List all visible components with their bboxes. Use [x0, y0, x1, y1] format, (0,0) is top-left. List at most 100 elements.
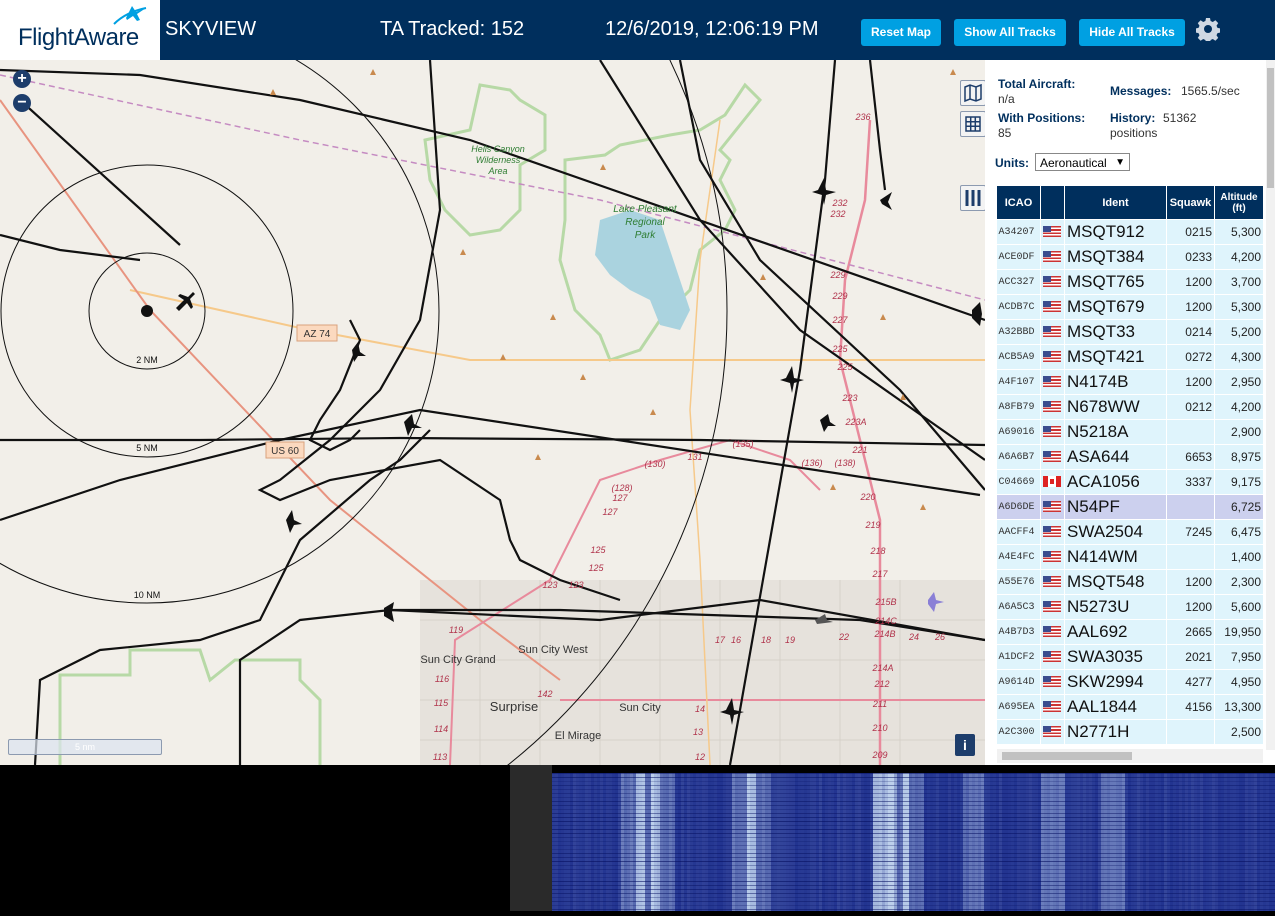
aircraft-row[interactable]: A4F107 N4174B 1200 2,950 [996, 369, 1264, 395]
flag-cell [1040, 419, 1065, 445]
aircraft-row[interactable]: A69016 N5218A 2,900 [996, 419, 1264, 445]
icao-cell: ACE0DF [996, 244, 1041, 270]
units-label: Units: [995, 156, 1029, 170]
flag-cell [1040, 644, 1065, 670]
aircraft-row[interactable]: A6A6B7 ASA644 6653 8,975 [996, 444, 1264, 470]
map-layers-button[interactable] [960, 80, 985, 106]
aircraft-row[interactable]: A695EA AAL1844 4156 13,300 [996, 694, 1264, 720]
icao-cell: A32BBD [996, 319, 1041, 345]
waterfall-line [552, 877, 1275, 878]
waterfall-line [552, 789, 1275, 790]
reset-map-button[interactable]: Reset Map [861, 19, 941, 46]
flag-us-icon [1043, 676, 1061, 688]
exit-number: 220 [859, 492, 875, 502]
messages-value: 1565.5/sec [1181, 84, 1240, 98]
ident-cell: ASA644 [1064, 444, 1167, 470]
hide-all-tracks-button[interactable]: Hide All Tracks [1079, 19, 1185, 46]
exit-number: 236 [854, 112, 870, 122]
exit-number: (138) [834, 458, 855, 468]
map-grid-button[interactable] [960, 111, 985, 137]
flag-cell [1040, 369, 1065, 395]
waterfall-line [552, 813, 1275, 814]
col-icao[interactable]: ICAO [996, 185, 1041, 220]
header-bar: FlightAware SKYVIEW TA Tracked: 152 12/6… [0, 0, 1275, 60]
flag-us-icon [1043, 451, 1061, 463]
zoom-in-button[interactable]: + [13, 70, 31, 88]
icao-cell: ACC327 [996, 269, 1041, 295]
aircraft-row[interactable]: A34207 MSQT912 0215 5,300 [996, 219, 1264, 245]
icao-cell: A2C300 [996, 719, 1041, 745]
table-scroll-thumb[interactable] [1002, 752, 1132, 760]
col-ident[interactable]: Ident [1064, 185, 1167, 220]
altitude-cell: 6,725 [1214, 494, 1264, 520]
history-unit: positions [1110, 126, 1158, 140]
aircraft-row[interactable]: A6D6DE N54PF 6,725 [996, 494, 1264, 520]
sidebar-scroll-thumb[interactable] [1267, 68, 1274, 188]
table-columns-button[interactable] [960, 185, 985, 211]
squawk-cell: 1200 [1166, 569, 1215, 595]
altitude-cell: 19,950 [1214, 619, 1264, 645]
messages-label: Messages: [1110, 84, 1172, 98]
with-positions-value: 85 [998, 126, 1012, 140]
col-altitude[interactable]: Altitude (ft) [1214, 185, 1264, 220]
icao-cell: A9614D [996, 669, 1041, 695]
aircraft-row[interactable]: A9614D SKW2994 4277 4,950 [996, 669, 1264, 695]
show-all-tracks-button[interactable]: Show All Tracks [954, 19, 1066, 46]
aircraft-row[interactable]: A4B7D3 AAL692 2665 19,950 [996, 619, 1264, 645]
aircraft-icon [820, 414, 836, 432]
units-value: Aeronautical [1040, 156, 1107, 170]
flag-us-icon [1043, 576, 1061, 588]
waterfall-line [552, 809, 1275, 810]
aircraft-row[interactable]: A6A5C3 N5273U 1200 5,600 [996, 594, 1264, 620]
exit-number: 113 [433, 752, 447, 762]
aircraft-row[interactable]: A1DCF2 SWA3035 2021 7,950 [996, 644, 1264, 670]
city-label: Sun City Grand [420, 654, 495, 666]
squawk-cell: 0233 [1166, 244, 1215, 270]
col-flag[interactable] [1040, 185, 1065, 220]
zoom-out-button[interactable]: − [13, 94, 31, 112]
ident-cell: MSQT912 [1064, 219, 1167, 245]
ring-label-2nm: 2 NM [136, 355, 158, 365]
units-select[interactable]: Aeronautical ▼ [1035, 153, 1130, 171]
aircraft-row[interactable]: ACDB7C MSQT679 1200 5,300 [996, 294, 1264, 320]
ident-cell: AAL1844 [1064, 694, 1167, 720]
flightaware-logo[interactable]: FlightAware [0, 0, 160, 60]
aircraft-row[interactable]: A4E4FC N414WM 1,400 [996, 544, 1264, 570]
ident-cell: SWA2504 [1064, 519, 1167, 545]
ident-cell: MSQT548 [1064, 569, 1167, 595]
exit-number: 119 [449, 625, 463, 635]
aircraft-row[interactable]: AACFF4 SWA2504 7245 6,475 [996, 519, 1264, 545]
map-view[interactable]: 2 NM 5 NM 10 NM AZ 74 US 60 Hells Canyon… [0, 60, 985, 765]
exit-number: 225 [831, 344, 848, 354]
ring-label-10nm: 10 NM [134, 590, 161, 600]
aircraft-row[interactable]: A32BBD MSQT33 0214 5,200 [996, 319, 1264, 345]
aircraft-row[interactable]: ACB5A9 MSQT421 0272 4,300 [996, 344, 1264, 370]
aircraft-row[interactable]: A8FB79 N678WW 0212 4,200 [996, 394, 1264, 420]
flag-us-icon [1043, 501, 1061, 513]
history-label: History: [1110, 111, 1156, 125]
col-squawk[interactable]: Squawk [1166, 185, 1215, 220]
place-label: Hells Canyon [471, 144, 525, 154]
info-button[interactable]: i [955, 734, 975, 756]
aircraft-row[interactable]: C04669 ACA1056 3337 9,175 [996, 469, 1264, 495]
squawk-cell [1166, 719, 1215, 745]
flag-us-icon [1043, 326, 1061, 338]
ident-cell: SKW2994 [1064, 669, 1167, 695]
exit-number: 13 [693, 727, 703, 737]
aircraft-row[interactable]: A55E76 MSQT548 1200 2,300 [996, 569, 1264, 595]
aircraft-row[interactable]: ACE0DF MSQT384 0233 4,200 [996, 244, 1264, 270]
ident-cell: N414WM [1064, 544, 1167, 570]
gear-icon[interactable] [1196, 17, 1220, 41]
exit-number: 131 [687, 452, 702, 462]
aircraft-row[interactable]: ACC327 MSQT765 1200 3,700 [996, 269, 1264, 295]
exit-number: 215B [874, 597, 896, 607]
exit-number: 225 [836, 362, 853, 372]
aircraft-row[interactable]: A2C300 N2771H 2,500 [996, 719, 1264, 745]
ident-cell: N2771H [1064, 719, 1167, 745]
flag-cell [1040, 694, 1065, 720]
squawk-cell [1166, 494, 1215, 520]
waterfall-line [552, 777, 1275, 778]
waterfall-line [552, 785, 1275, 786]
flag-us-icon [1043, 651, 1061, 663]
altitude-cell: 3,700 [1214, 269, 1264, 295]
